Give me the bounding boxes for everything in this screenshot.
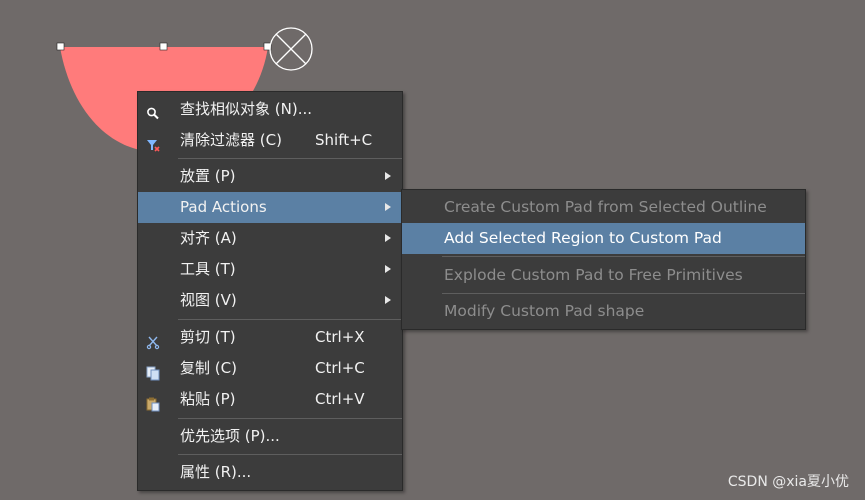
clear-filter-icon <box>145 133 161 152</box>
menu-item-paste[interactable]: 粘贴 (P) Ctrl+V <box>138 384 402 415</box>
submenu-arrow-icon <box>385 172 391 180</box>
submenu-item-create-custom-pad: Create Custom Pad from Selected Outline <box>444 198 767 216</box>
menu-item-properties[interactable]: 属性 (R)... <box>138 457 402 488</box>
menu-item-pad-actions[interactable]: Pad Actions <box>138 192 402 223</box>
submenu-item-explode-custom-pad: Explode Custom Pad to Free Primitives <box>444 266 743 284</box>
find-similar-icon <box>145 102 161 120</box>
submenu-arrow-icon <box>385 296 391 304</box>
selection-handle-left[interactable] <box>56 42 65 51</box>
pad-actions-submenu: Create Custom Pad from Selected Outline … <box>401 189 806 330</box>
menu-separator <box>442 256 805 257</box>
submenu-arrow-icon <box>385 265 391 273</box>
menu-item-clear-filter[interactable]: 清除过滤器 (C) Shift+C <box>138 125 402 156</box>
submenu-arrow-icon <box>385 234 391 242</box>
menu-item-preferences[interactable]: 优先选项 (P)... <box>138 421 402 452</box>
watermark: CSDN @xia夏小优 <box>727 474 849 490</box>
selection-handle-middle[interactable] <box>159 42 168 51</box>
menu-item-copy[interactable]: 复制 (C) Ctrl+C <box>138 353 402 384</box>
menu-separator <box>442 293 805 294</box>
submenu-item-add-selected-region[interactable]: Add Selected Region to Custom Pad <box>402 223 805 254</box>
menu-item-find-similar[interactable]: 查找相似对象 (N)... <box>138 94 402 125</box>
menu-separator <box>178 158 402 159</box>
menu-item-place[interactable]: 放置 (P) <box>138 161 402 192</box>
origin-marker-icon <box>269 27 313 71</box>
paste-icon <box>145 392 161 412</box>
menu-separator <box>178 418 402 419</box>
cut-icon <box>145 330 161 350</box>
submenu-arrow-icon <box>385 203 391 211</box>
submenu-item-modify-custom-pad-shape: Modify Custom Pad shape <box>444 302 645 320</box>
context-menu: 查找相似对象 (N)... 清除过滤器 (C) Shift+C 放置 (P) P… <box>137 91 403 491</box>
menu-item-view[interactable]: 视图 (V) <box>138 285 402 316</box>
menu-separator <box>178 454 402 455</box>
menu-item-align[interactable]: 对齐 (A) <box>138 223 402 254</box>
copy-icon <box>145 361 161 381</box>
menu-item-tools[interactable]: 工具 (T) <box>138 254 402 285</box>
menu-item-cut[interactable]: 剪切 (T) Ctrl+X <box>138 322 402 353</box>
menu-separator <box>178 319 402 320</box>
